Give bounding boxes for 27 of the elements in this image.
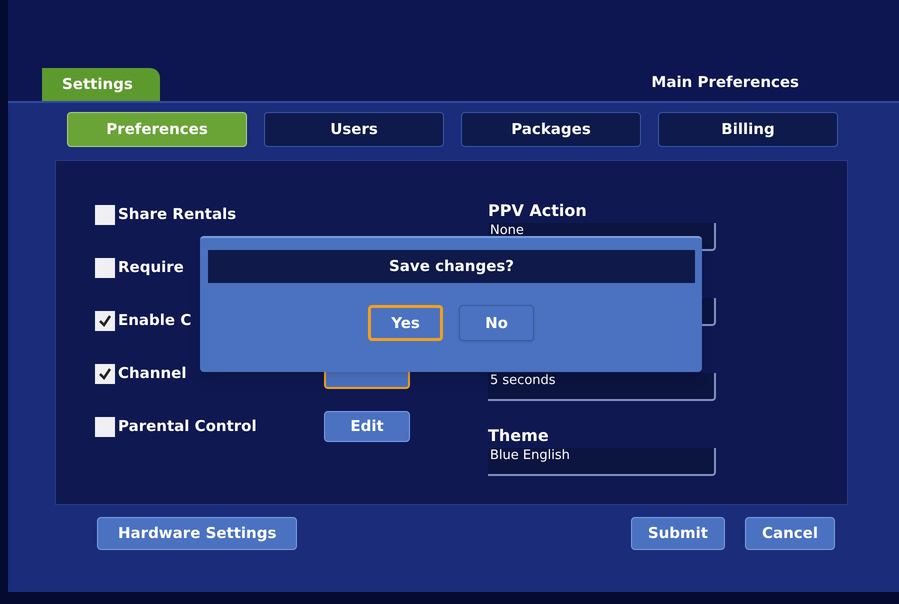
checkbox[interactable] [95, 204, 115, 224]
action-button[interactable]: Cancel [744, 517, 835, 550]
option-label: Require [118, 257, 185, 278]
checkbox[interactable] [95, 310, 115, 330]
field-label: Theme [488, 425, 550, 447]
tab[interactable]: Preferences [67, 112, 247, 147]
option-label: Parental Control [118, 416, 258, 438]
edit-button[interactable]: Edit [324, 411, 410, 442]
field-label: PPV Action [488, 200, 588, 222]
action-button[interactable]: Submit [630, 517, 725, 550]
page-title: Main Preferences [651, 72, 799, 92]
input-field[interactable]: Blue English [488, 448, 716, 476]
tab[interactable]: Packages [461, 112, 641, 147]
checkbox[interactable] [95, 416, 115, 436]
checkbox[interactable] [95, 364, 115, 384]
option-label: Channel [118, 363, 188, 384]
dialog-button[interactable]: Yes [368, 305, 443, 341]
dialog-button[interactable]: No [459, 305, 534, 341]
dialog-title: Save changes? [208, 250, 695, 283]
settings-tab[interactable]: Settings [42, 68, 160, 101]
hardware-settings-button[interactable]: Hardware Settings [97, 517, 298, 550]
tab[interactable]: Users [264, 112, 444, 147]
option-label: Enable C [118, 310, 192, 332]
tab[interactable]: Billing [658, 112, 838, 147]
checkbox[interactable] [95, 258, 115, 278]
input-field[interactable]: 5 seconds [488, 373, 716, 401]
option-label: Share Rentals [118, 204, 238, 226]
